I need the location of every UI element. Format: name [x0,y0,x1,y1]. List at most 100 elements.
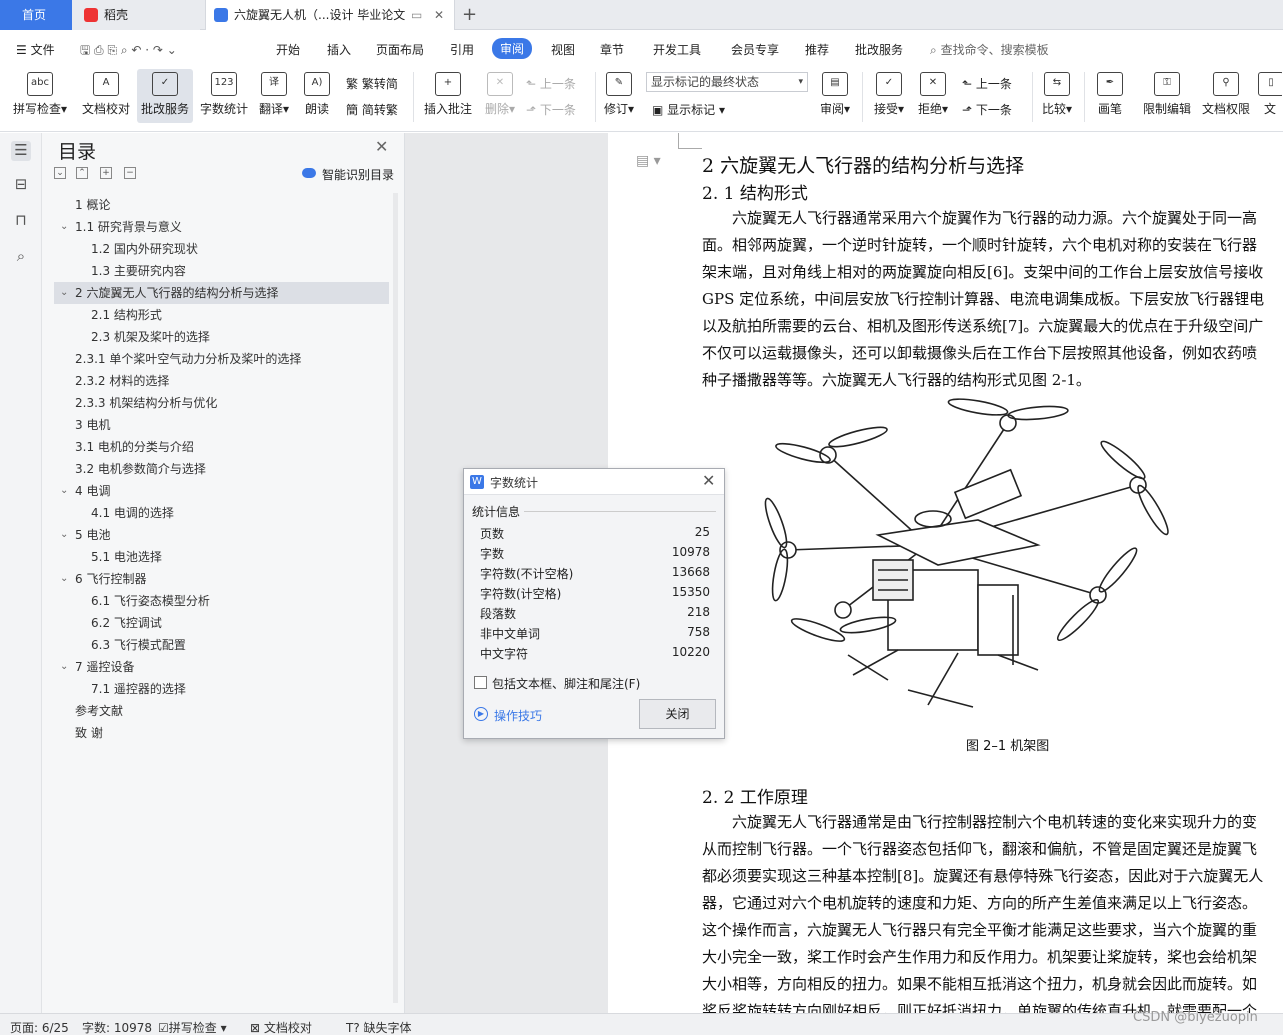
close-button[interactable]: 关闭 [639,699,716,729]
toc-item[interactable]: 6.3 飞行模式配置 [54,634,389,656]
chevron-down-icon[interactable]: ⌄ [60,480,68,502]
spell-check-status[interactable]: ☑拼写检查 ▾ [158,1019,227,1035]
smart-toc-button[interactable]: 智能识别目录 [322,166,394,183]
menu-layout[interactable]: 页面布局 [376,41,424,58]
review-pane-button[interactable]: ▤ 审阅▾ [816,72,854,117]
toc-item[interactable]: 1 概论 [54,194,389,216]
command-search[interactable]: ⌕ 查找命令、搜索模板 [930,41,1049,58]
toc-item[interactable]: ⌄ 5 电池 [54,524,389,546]
toc-item[interactable]: ⌄ 7 遥控设备 [54,656,389,678]
font-icon: T? [346,1021,360,1035]
menu-member[interactable]: 会员专享 [731,41,779,58]
chevron-down-icon[interactable]: ⌄ [60,216,68,238]
menu-chapter[interactable]: 章节 [600,41,624,58]
pen-button[interactable]: ✒ 画笔 [1090,72,1130,117]
word-count-indicator[interactable]: 字数: 10978 [82,1019,152,1035]
menu-recommend[interactable]: 推荐 [805,41,829,58]
toc-item[interactable]: 3.1 电机的分类与介绍 [54,436,389,458]
tips-link[interactable]: 操作技巧 [494,707,542,724]
prev-change-button[interactable]: ⬑ 上一条 [962,75,1012,92]
include-textbox-checkbox[interactable] [474,676,487,689]
menu-devtools[interactable]: 开发工具 [653,41,701,58]
toc-item[interactable]: 致 谢 [54,722,389,744]
expand-all-icon[interactable]: ⌃ [76,167,88,179]
translate-button[interactable]: 译翻译▾ [256,72,292,117]
fan2jian-button[interactable]: 繁 繁转简 [346,75,398,92]
spell-check-button[interactable]: abc 拼写检查▾ [8,72,72,117]
chapter-nav-icon[interactable]: ⊟ [11,175,31,195]
menu-insert[interactable]: 插入 [327,41,351,58]
search-icon[interactable]: ⌕ [11,247,31,267]
tab-daoke[interactable]: 稻壳 [72,0,200,30]
collapse-all-icon[interactable]: ⌄ [54,167,66,179]
page-indicator[interactable]: 页面: 6/25 [10,1019,69,1035]
quick-access-icons[interactable]: 🖫 ⎙ ⎘ ⌕ ↶ · ↷ ⌄ [80,41,177,62]
toc-item[interactable]: 1.3 主要研究内容 [54,260,389,282]
new-tab-icon[interactable]: + [462,4,477,25]
toc-item[interactable]: 3 电机 [54,414,389,436]
toc-item-label: 2.1 结构形式 [91,308,162,322]
pigai-button[interactable]: ✓ 批改服务 [137,69,193,123]
toc-item[interactable]: 参考文献 [54,700,389,722]
doc-permission-button[interactable]: ⚲ 文档权限 [1200,72,1252,117]
toc-item[interactable]: ⌄ 4 电调 [54,480,389,502]
toc-item[interactable]: 1.2 国内外研究现状 [54,238,389,260]
show-markup-button[interactable]: ▣ 显示标记 ▾ [652,101,725,118]
menu-view[interactable]: 视图 [551,41,575,58]
next-comment-button[interactable]: ⬏ 下一条 [526,101,576,118]
toc-item[interactable]: 2.1 结构形式 [54,304,389,326]
close-icon[interactable]: ✕ [702,471,715,490]
restrict-edit-button[interactable]: ⚿ 限制编辑 [1140,72,1194,117]
monitor-icon[interactable]: ▭ [411,0,422,30]
remove-heading-icon[interactable]: − [124,167,136,179]
toc-item[interactable]: 6.2 飞控调试 [54,612,389,634]
doc-check-status[interactable]: ⊠ 文档校对 [250,1019,312,1035]
reject-button[interactable]: ✕ 拒绝▾ [914,72,952,117]
add-heading-icon[interactable]: + [100,167,112,179]
toc-item[interactable]: 3.2 电机参数简介与选择 [54,458,389,480]
compare-button[interactable]: ⇆ 比较▾ [1038,72,1076,117]
file-menu[interactable]: ☰ 文件 [16,41,55,58]
menu-start[interactable]: 开始 [276,41,300,58]
delete-comment-button[interactable]: ✕ 删除▾ [480,72,520,117]
doc-check-button[interactable]: A 文档校对 [78,72,134,117]
revise-button[interactable]: ✎ 修订▾ [600,72,638,117]
next-change-button[interactable]: ⬏ 下一条 [962,101,1012,118]
toc-item[interactable]: 6.1 飞行姿态模型分析 [54,590,389,612]
close-tab-icon[interactable]: ✕ [434,0,444,30]
dialog-header[interactable]: W 字数统计 ✕ [464,469,724,495]
prev-comment-button[interactable]: ⬑ 上一条 [526,75,576,92]
toc-item[interactable]: 2.3.2 材料的选择 [54,370,389,392]
accept-button[interactable]: ✓ 接受▾ [870,72,908,117]
toc-item[interactable]: ⌄ 2 六旋翼无人飞行器的结构分析与选择 [54,282,389,304]
missing-font-status[interactable]: T? 缺失字体 [346,1019,412,1035]
markup-state-select[interactable]: 显示标记的最终状态 ▾ [646,72,808,92]
toc-item[interactable]: ⌄ 1.1 研究背景与意义 [54,216,389,238]
chevron-down-icon[interactable]: ⌄ [60,656,68,678]
more-button[interactable]: ▯ 文 [1258,72,1282,117]
toc-item[interactable]: 2.3 机架及桨叶的选择 [54,326,389,348]
tab-document[interactable]: 六旋翼无人机（...设计 毕业论文 ▭ ✕ [205,0,455,30]
toc-item[interactable]: 5.1 电池选择 [54,546,389,568]
read-aloud-button[interactable]: A) 朗读 [300,72,334,117]
toc-item[interactable]: 7.1 遥控器的选择 [54,678,389,700]
toc-icon[interactable]: ☰ [11,141,31,161]
bookmark-icon[interactable]: ⊓ [11,211,31,231]
toc-item[interactable]: ⌄ 6 飞行控制器 [54,568,389,590]
menu-pigai[interactable]: 批改服务 [855,41,903,58]
menu-review[interactable]: 审阅 [492,38,533,59]
page-tool-icon[interactable]: ▤ ▾ [636,153,661,169]
chevron-down-icon[interactable]: ⌄ [60,524,68,546]
jian2fan-button[interactable]: 簡 简转繁 [346,101,398,118]
close-icon[interactable]: ✕ [375,137,388,156]
insert-comment-button[interactable]: + 插入批注 [420,72,476,117]
toc-item[interactable]: 2.3.1 单个桨叶空气动力分析及桨叶的选择 [54,348,389,370]
scrollbar[interactable] [393,193,398,1003]
chevron-down-icon[interactable]: ⌄ [60,282,68,304]
word-count-button[interactable]: 123 字数统计 [198,72,250,117]
tab-home[interactable]: 首页 [0,0,72,30]
chevron-down-icon[interactable]: ⌄ [60,568,68,590]
menu-reference[interactable]: 引用 [450,41,474,58]
toc-item[interactable]: 2.3.3 机架结构分析与优化 [54,392,389,414]
toc-item[interactable]: 4.1 电调的选择 [54,502,389,524]
